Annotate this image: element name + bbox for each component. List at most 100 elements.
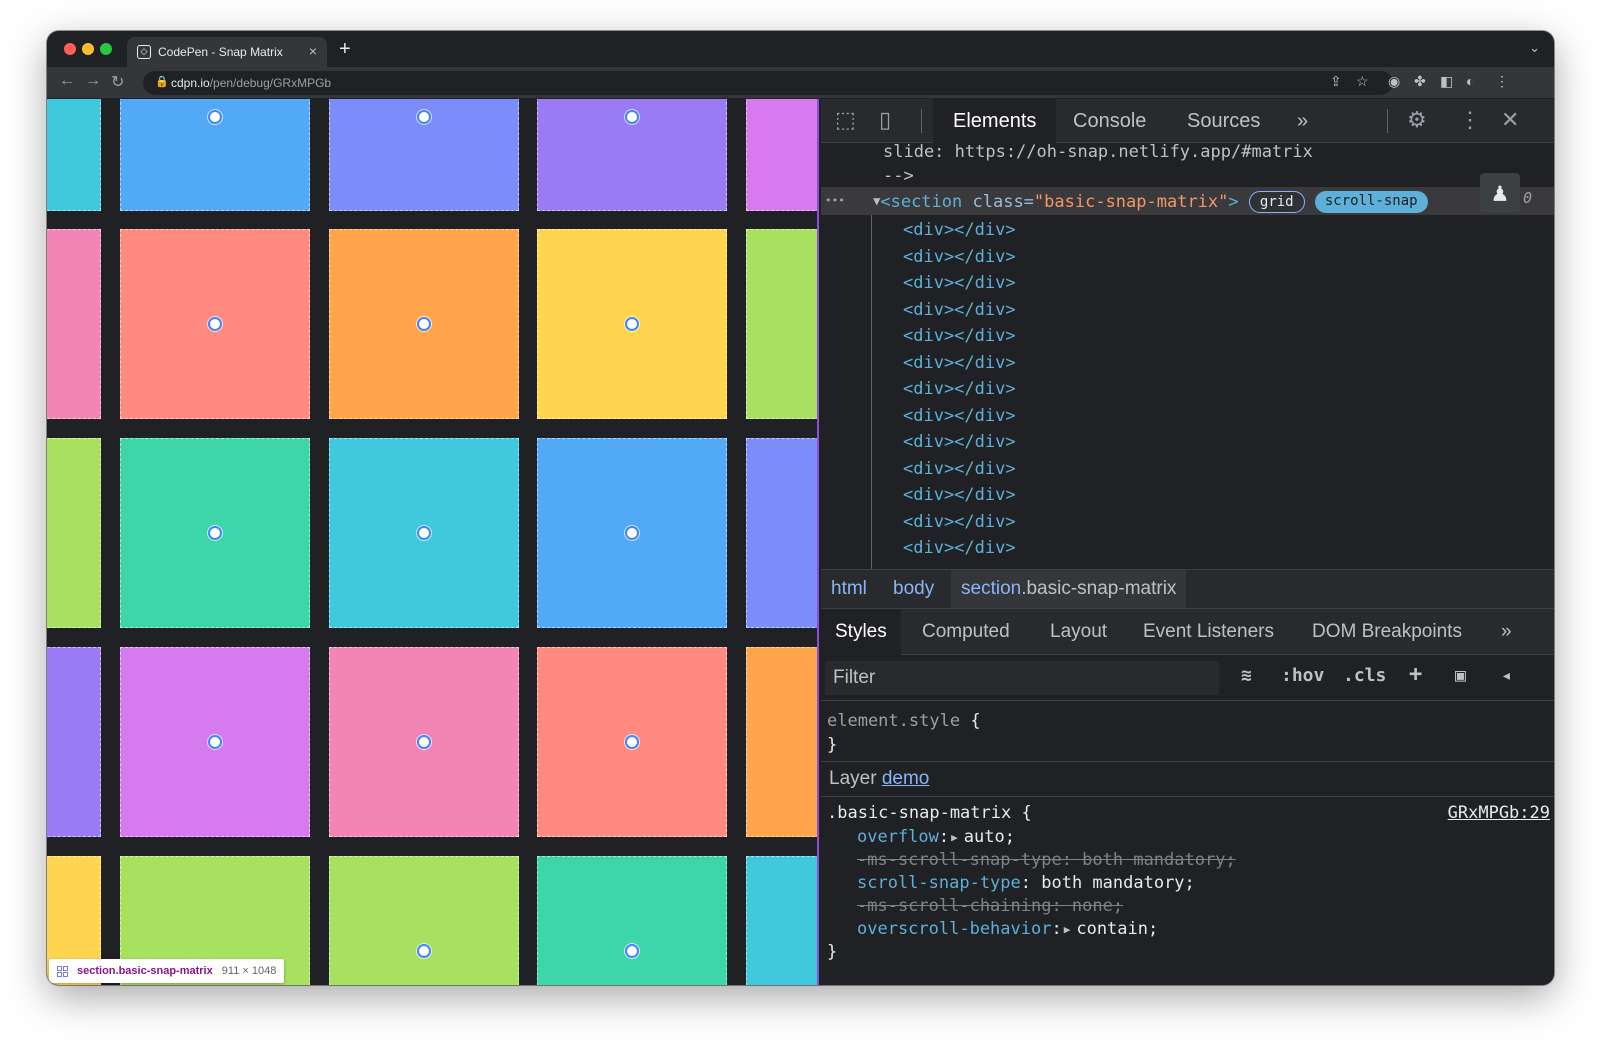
selected-section-node[interactable]: ••• ▼<section class="basic-snap-matrix">…: [825, 188, 1428, 214]
codepen-favicon-icon: ◇: [137, 45, 151, 59]
tree-child-div[interactable]: <div></div>: [903, 270, 1016, 296]
comment-line: slide: https://oh-snap.netlify.app/#matr…: [883, 143, 1313, 162]
cls-toggle[interactable]: .cls: [1343, 665, 1386, 686]
snap-cell: [47, 99, 101, 211]
scroll-snap-badge[interactable]: scroll-snap: [1314, 191, 1428, 213]
tree-child-div[interactable]: <div></div>: [903, 217, 1016, 243]
reload-icon[interactable]: ↻: [111, 72, 124, 92]
expand-shorthand-icon[interactable]: ▶: [1064, 918, 1071, 942]
customize-menu-icon[interactable]: ⋮: [1459, 107, 1481, 133]
settings-gear-icon[interactable]: ⚙: [1407, 107, 1427, 133]
tree-child-div[interactable]: <div></div>: [903, 456, 1016, 482]
rendering-paint-icon[interactable]: ▣: [1455, 665, 1466, 686]
tab-dom-breakpoints[interactable]: DOM Breakpoints: [1312, 609, 1462, 655]
breadcrumb-body[interactable]: body: [893, 570, 934, 608]
grid-badge[interactable]: grid: [1248, 191, 1305, 213]
snap-cell: [746, 99, 817, 211]
tab-search-chevron-icon[interactable]: ⌄: [1529, 40, 1540, 56]
forward-arrow-icon[interactable]: →: [85, 72, 101, 90]
extension-color-icon[interactable]: ◉: [1388, 73, 1400, 90]
tree-child-div[interactable]: <div></div>: [903, 350, 1016, 376]
side-panel-icon[interactable]: ◧: [1440, 73, 1453, 90]
snap-point-marker: [625, 735, 639, 749]
tab-event-listeners[interactable]: Event Listeners: [1143, 609, 1274, 655]
decl-scroll-snap-type[interactable]: scroll-snap-type: both mandatory;: [857, 871, 1195, 895]
breadcrumb-html[interactable]: html: [831, 570, 867, 608]
element-style-rule[interactable]: element.style { }: [821, 701, 1554, 761]
close-window-button[interactable]: [64, 43, 76, 55]
breadcrumb: html body section.basic-snap-matrix: [821, 569, 1554, 609]
rule-source-link[interactable]: GRxMPGb:29: [1448, 801, 1550, 825]
snap-point-marker: [625, 110, 639, 124]
basic-snap-matrix-rule[interactable]: .basic-snap-matrix { GRxMPGb:29 overflow…: [821, 797, 1554, 985]
tree-child-div[interactable]: <div></div>: [903, 509, 1016, 535]
tab-layout[interactable]: Layout: [1050, 609, 1107, 655]
tree-child-div[interactable]: <div></div>: [903, 376, 1016, 402]
dollar-zero-marker: 0: [1522, 189, 1532, 207]
snap-point-marker: [625, 944, 639, 958]
decl-ms-scroll-chaining[interactable]: -ms-scroll-chaining: none;: [857, 894, 1123, 918]
element-overlay-label: section.basic-snap-matrix 911 × 1048: [49, 959, 285, 983]
tree-child-div[interactable]: <div></div>: [903, 297, 1016, 323]
overlay-dimensions: 911 × 1048: [221, 965, 277, 977]
snap-cell: [537, 856, 727, 985]
expand-shorthand-icon[interactable]: ▶: [951, 826, 958, 850]
tree-child-div[interactable]: <div></div>: [903, 535, 1016, 561]
address-toolbar: ← → ↻ 🔒 cdpn.io/pen/debug/GRxMPGb ⇪ ☆ ◉ …: [47, 67, 1554, 99]
tab-computed[interactable]: Computed: [922, 609, 1010, 655]
tree-child-div[interactable]: <div></div>: [903, 323, 1016, 349]
browser-tab[interactable]: ◇ CodePen - Snap Matrix ×: [127, 37, 327, 67]
snap-point-marker: [417, 735, 431, 749]
tree-child-div[interactable]: <div></div>: [903, 403, 1016, 429]
styles-filter-input[interactable]: [825, 661, 1219, 695]
snap-point-marker: [417, 110, 431, 124]
inspect-element-icon[interactable]: ⬚: [835, 107, 856, 133]
new-tab-button[interactable]: +: [339, 38, 351, 61]
decl-overflow[interactable]: overflow: ▶ auto;: [857, 825, 1015, 849]
extensions-puzzle-icon[interactable]: ✤: [1414, 73, 1426, 90]
snap-cell: [746, 856, 817, 985]
toggle-sidebar-icon[interactable]: ◂: [1501, 665, 1512, 686]
elements-tree[interactable]: slide: https://oh-snap.netlify.app/#matr…: [821, 143, 1554, 569]
minimize-window-button[interactable]: [82, 43, 94, 55]
devtools-toolbar: ⬚ ▯ Elements Console Sources » ⚙ ⋮ ✕: [821, 99, 1554, 143]
tab-styles[interactable]: Styles: [821, 609, 901, 655]
accessibility-icon[interactable]: ♟: [1480, 173, 1520, 213]
layer-label: Layer: [829, 768, 877, 789]
lock-icon: 🔒: [155, 76, 169, 88]
breadcrumb-section[interactable]: section.basic-snap-matrix: [951, 570, 1187, 608]
tab-elements[interactable]: Elements: [933, 99, 1057, 143]
bookmark-star-icon[interactable]: ☆: [1356, 73, 1369, 90]
node-actions-ellipsis[interactable]: •••: [825, 194, 845, 207]
more-tabs-icon[interactable]: »: [1297, 99, 1308, 143]
tree-child-div[interactable]: <div></div>: [903, 429, 1016, 455]
close-devtools-icon[interactable]: ✕: [1501, 107, 1519, 133]
hov-toggle[interactable]: :hov: [1281, 665, 1324, 686]
snap-point-marker: [417, 944, 431, 958]
tab-console[interactable]: Console: [1073, 99, 1146, 143]
toolbar-divider: [921, 109, 922, 133]
page-viewport[interactable]: section.basic-snap-matrix 911 × 1048: [47, 99, 819, 985]
snap-point-marker: [208, 110, 222, 124]
toggle-layers-icon[interactable]: ≋: [1241, 665, 1252, 686]
decl-overscroll-behavior[interactable]: overscroll-behavior: ▶ contain;: [857, 917, 1158, 941]
back-arrow-icon[interactable]: ←: [59, 72, 75, 90]
tab-close-icon[interactable]: ×: [309, 43, 317, 59]
tab-sources[interactable]: Sources: [1187, 99, 1260, 143]
device-toolbar-icon[interactable]: ▯: [879, 107, 891, 133]
layer-demo-link[interactable]: demo: [882, 768, 930, 789]
title-bar: ◇ CodePen - Snap Matrix × + ⌄: [47, 31, 1554, 67]
tree-child-div[interactable]: <div></div>: [903, 244, 1016, 270]
zoom-window-button[interactable]: [100, 43, 112, 55]
new-style-rule-button[interactable]: +: [1409, 662, 1422, 687]
tree-child-div[interactable]: <div></div>: [903, 482, 1016, 508]
profile-avatar-icon[interactable]: ◐: [1466, 73, 1474, 89]
snap-cell: [47, 229, 101, 419]
browser-menu-icon[interactable]: ⋮: [1495, 73, 1509, 90]
more-subtabs-icon[interactable]: »: [1501, 609, 1512, 655]
share-icon[interactable]: ⇪: [1330, 73, 1342, 90]
omnibox[interactable]: 🔒 cdpn.io/pen/debug/GRxMPGb: [143, 71, 1393, 95]
decl-ms-scroll-snap[interactable]: -ms-scroll-snap-type: both mandatory;: [857, 848, 1236, 872]
snap-cell: [47, 438, 101, 628]
url-text[interactable]: cdpn.io/pen/debug/GRxMPGb: [171, 76, 331, 90]
